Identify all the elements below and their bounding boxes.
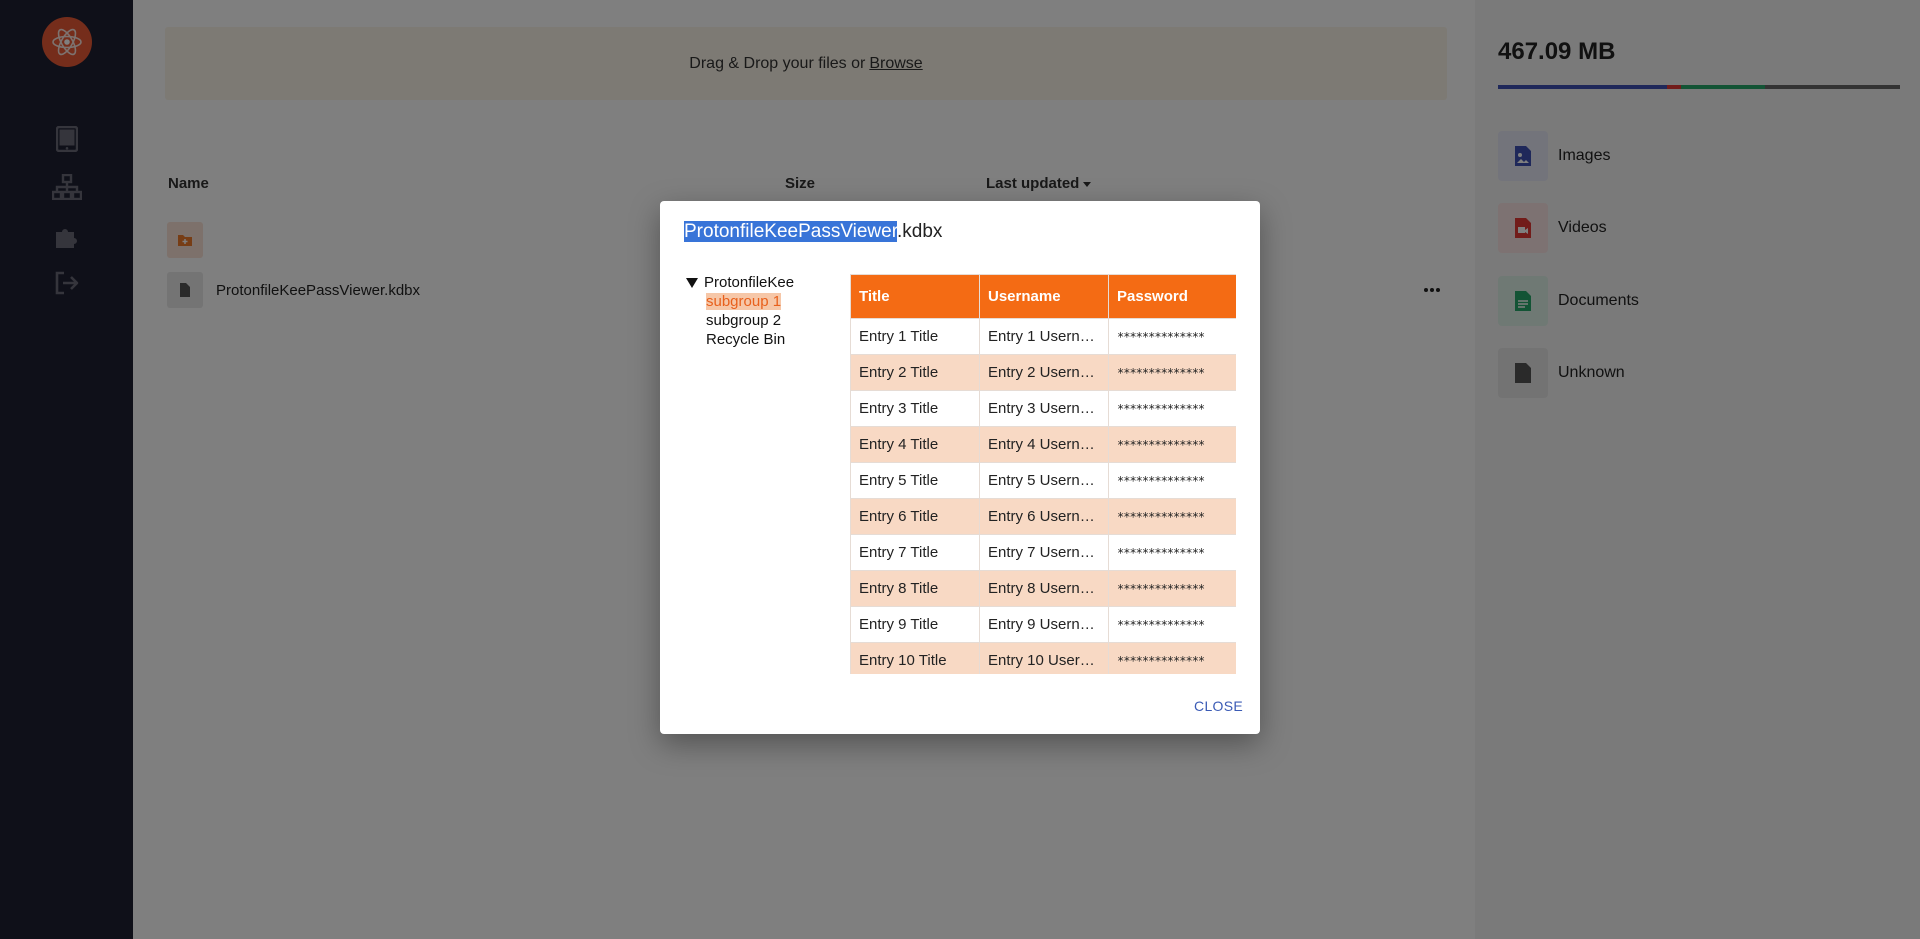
entry-password-cell[interactable]: ************** bbox=[1108, 462, 1236, 499]
tree-root-group[interactable]: ProtonfileKee bbox=[686, 273, 794, 292]
entry-username-cell[interactable]: Entry 10 Username bbox=[979, 642, 1109, 674]
tree-item-subgroup-2[interactable]: subgroup 2 bbox=[686, 311, 794, 330]
entry-username-cell[interactable]: Entry 6 Username bbox=[979, 498, 1109, 535]
entry-password-cell[interactable]: ************** bbox=[1108, 390, 1236, 427]
entry-password-cell[interactable]: ************** bbox=[1108, 570, 1236, 607]
tree-item-recycle-bin[interactable]: Recycle Bin bbox=[686, 330, 794, 349]
entry-username-cell[interactable]: Entry 9 Username bbox=[979, 606, 1109, 643]
entry-username-cell[interactable]: Entry 1 Username bbox=[979, 318, 1109, 355]
tree-root-label: ProtonfileKee bbox=[704, 274, 795, 291]
kdbx-viewer-dialog: ProtonfileKeePassViewer.kdbx ProtonfileK… bbox=[660, 201, 1260, 734]
entries-table-container[interactable]: Title Username Password Entry 1 Title Ent… bbox=[850, 274, 1236, 674]
entry-username-cell[interactable]: Entry 5 Username bbox=[979, 462, 1109, 499]
entry-title-cell[interactable]: Entry 5 Title bbox=[850, 462, 980, 499]
table-row[interactable]: Entry 5 Title Entry 5 Username ***********… bbox=[850, 462, 1236, 499]
entry-username-cell[interactable]: Entry 3 Username bbox=[979, 390, 1109, 427]
entry-password-cell[interactable]: ************** bbox=[1108, 534, 1236, 571]
dialog-title-selected-text: ProtonfileKeePassViewer bbox=[684, 221, 897, 242]
column-header-title[interactable]: Title bbox=[850, 274, 980, 319]
table-row[interactable]: Entry 1 Title Entry 1 Username ***********… bbox=[850, 318, 1236, 355]
entry-username-cell[interactable]: Entry 7 Username bbox=[979, 534, 1109, 571]
entry-title-cell[interactable]: Entry 7 Title bbox=[850, 534, 980, 571]
table-header-row: Title Username Password bbox=[850, 274, 1236, 319]
tree-item-label: subgroup 2 bbox=[706, 312, 782, 329]
tree-item-label: subgroup 1 bbox=[706, 293, 782, 310]
entry-title-cell[interactable]: Entry 6 Title bbox=[850, 498, 980, 535]
table-row[interactable]: Entry 4 Title Entry 4 Username ***********… bbox=[850, 426, 1236, 463]
expand-triangle-icon[interactable] bbox=[686, 277, 698, 288]
entry-title-cell[interactable]: Entry 3 Title bbox=[850, 390, 980, 427]
close-button[interactable]: Close bbox=[1194, 698, 1243, 714]
entry-title-cell[interactable]: Entry 9 Title bbox=[850, 606, 980, 643]
entry-title-cell[interactable]: Entry 2 Title bbox=[850, 354, 980, 391]
entry-title-cell[interactable]: Entry 8 Title bbox=[850, 570, 980, 607]
entry-title-cell[interactable]: Entry 10 Title bbox=[850, 642, 980, 674]
table-row[interactable]: Entry 3 Title Entry 3 Username ***********… bbox=[850, 390, 1236, 427]
entry-password-cell[interactable]: ************** bbox=[1108, 606, 1236, 643]
entry-username-cell[interactable]: Entry 8 Username bbox=[979, 570, 1109, 607]
entry-password-cell[interactable]: ************** bbox=[1108, 642, 1236, 674]
entry-username-cell[interactable]: Entry 4 Username bbox=[979, 426, 1109, 463]
tree-item-subgroup-1[interactable]: subgroup 1 bbox=[686, 292, 794, 311]
column-header-username[interactable]: Username bbox=[979, 274, 1109, 319]
entry-username-cell[interactable]: Entry 2 Username bbox=[979, 354, 1109, 391]
entry-title-cell[interactable]: Entry 4 Title bbox=[850, 426, 980, 463]
entry-password-cell[interactable]: ************** bbox=[1108, 318, 1236, 355]
table-row[interactable]: Entry 7 Title Entry 7 Username ***********… bbox=[850, 534, 1236, 571]
column-header-password[interactable]: Password bbox=[1108, 274, 1236, 319]
dialog-title-extension: .kdbx bbox=[897, 221, 943, 242]
group-tree: ProtonfileKee subgroup 1 subgroup 2 Recy… bbox=[686, 273, 794, 349]
table-row[interactable]: Entry 8 Title Entry 8 Username ***********… bbox=[850, 570, 1236, 607]
entry-title-cell[interactable]: Entry 1 Title bbox=[850, 318, 980, 355]
table-row[interactable]: Entry 10 Title Entry 10 Username *********… bbox=[850, 642, 1236, 674]
table-row[interactable]: Entry 6 Title Entry 6 Username ***********… bbox=[850, 498, 1236, 535]
entries-table: Title Username Password Entry 1 Title Ent… bbox=[850, 274, 1236, 674]
table-row[interactable]: Entry 2 Title Entry 2 Username ***********… bbox=[850, 354, 1236, 391]
dialog-title: ProtonfileKeePassViewer.kdbx bbox=[684, 221, 942, 243]
entry-password-cell[interactable]: ************** bbox=[1108, 354, 1236, 391]
tree-item-label: Recycle Bin bbox=[706, 331, 786, 348]
table-row[interactable]: Entry 9 Title Entry 9 Username ***********… bbox=[850, 606, 1236, 643]
entry-password-cell[interactable]: ************** bbox=[1108, 498, 1236, 535]
entry-password-cell[interactable]: ************** bbox=[1108, 426, 1236, 463]
